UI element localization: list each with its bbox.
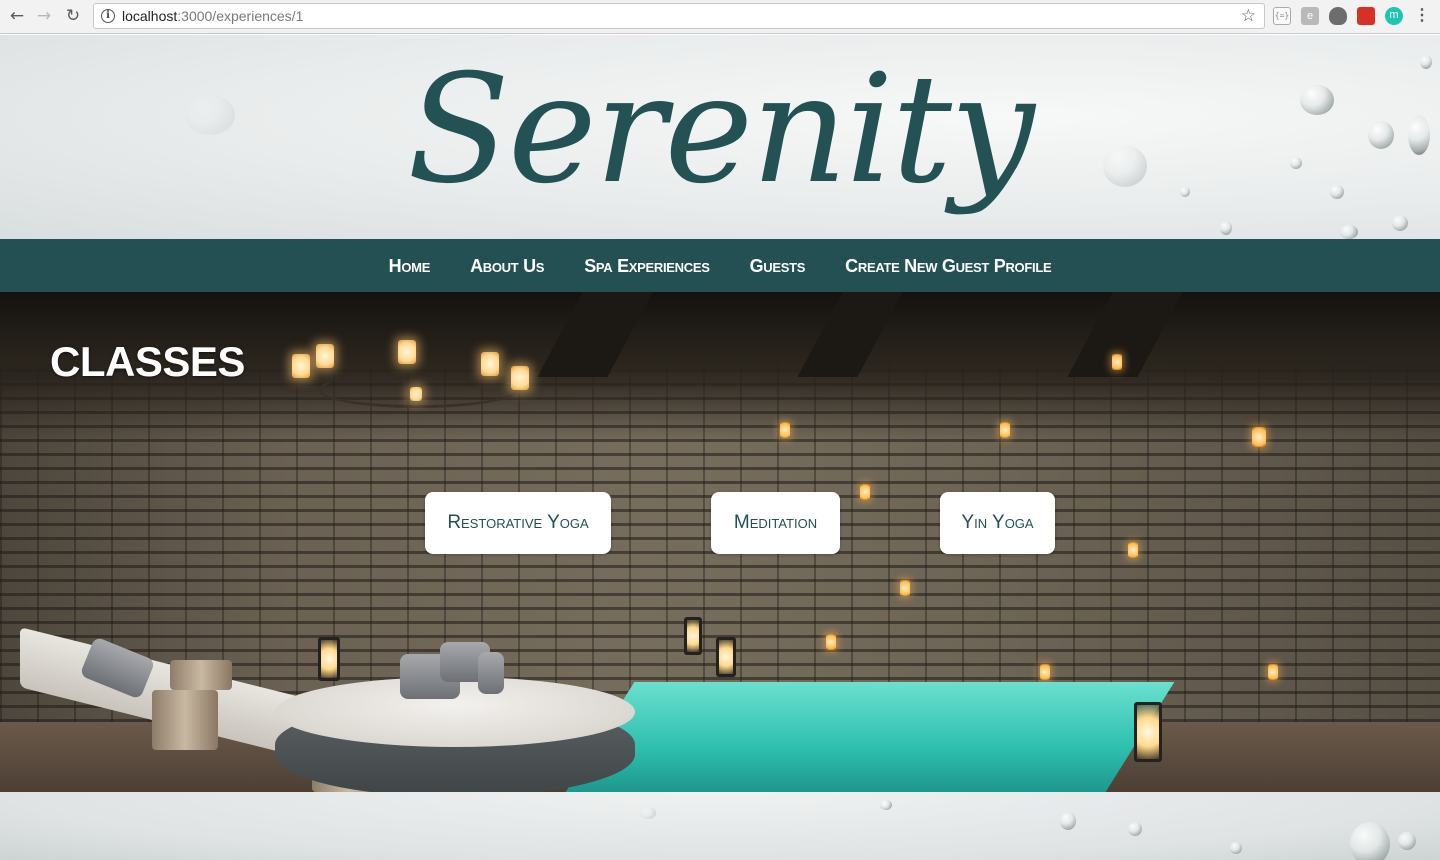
pool-water-image-part	[565, 682, 1175, 792]
water-drop	[640, 807, 656, 819]
wall-niche-light	[900, 580, 910, 596]
class-button-restorative-yoga[interactable]: Restorative Yoga	[425, 492, 611, 554]
class-button-meditation[interactable]: Meditation	[711, 492, 840, 554]
e-extension-icon[interactable]: e	[1301, 7, 1319, 25]
site-header: Serenity	[0, 35, 1440, 239]
back-arrow-icon[interactable]: ←	[6, 5, 28, 27]
red-extension-icon[interactable]	[1357, 7, 1375, 25]
nav-spa-experiences[interactable]: Spa Experiences	[584, 254, 710, 277]
wall-niche-light	[1112, 354, 1122, 370]
nav-home[interactable]: Home	[389, 254, 431, 277]
wall-niche-light	[780, 422, 790, 438]
footer-background	[0, 792, 1440, 860]
water-drop	[1060, 812, 1076, 830]
pillow-image-part	[478, 652, 504, 694]
water-drop	[1398, 832, 1416, 850]
wall-niche-light	[826, 634, 836, 650]
water-drop	[880, 800, 892, 810]
nav-guests[interactable]: Guests	[750, 254, 806, 277]
nav-create-guest-profile[interactable]: Create New Guest Profile	[845, 254, 1051, 277]
url-host: localhost	[122, 8, 178, 24]
candle-light	[410, 387, 422, 401]
forward-arrow-icon[interactable]: →	[33, 5, 55, 27]
lantern-image-part	[684, 617, 702, 655]
json-extension-icon[interactable]: {=}	[1273, 7, 1291, 25]
page-title: CLASSES	[50, 338, 245, 385]
reload-icon[interactable]: ↻	[62, 5, 84, 27]
wall-niche-light	[1268, 664, 1278, 680]
wall-niche-light	[860, 484, 870, 500]
candle-light	[511, 366, 529, 390]
water-drop	[1128, 822, 1142, 836]
water-drop	[1350, 822, 1390, 860]
candle-light	[398, 340, 416, 364]
nav-about-us[interactable]: About Us	[470, 254, 544, 277]
evernote-extension-icon[interactable]	[1329, 7, 1347, 25]
main-nav: Home About Us Spa Experiences Guests Cre…	[0, 239, 1440, 292]
lantern-image-part	[1134, 702, 1162, 762]
candle-light	[481, 352, 499, 376]
wall-niche-light	[1128, 542, 1138, 558]
lantern-image-part	[716, 637, 736, 677]
info-icon[interactable]: i	[101, 9, 115, 23]
wall-niche-light	[1000, 422, 1010, 438]
wall-niche-light	[1040, 664, 1050, 680]
bookmark-star-icon[interactable]: ☆	[1241, 6, 1256, 26]
lantern-image-part	[318, 637, 340, 681]
stump-table-image-part	[152, 690, 218, 750]
stump-table-image-part	[170, 660, 232, 690]
wall-niche-light	[1252, 427, 1266, 447]
water-drop	[1230, 842, 1242, 854]
address-bar[interactable]: i localhost:3000/experiences/1 ☆	[93, 3, 1265, 29]
url-path: :3000/experiences/1	[177, 8, 304, 24]
class-button-yin-yoga[interactable]: Yin Yoga	[940, 492, 1055, 554]
site-logo[interactable]: Serenity	[0, 35, 1440, 239]
candle-light	[292, 354, 310, 378]
browser-toolbar: ← → ↻ i localhost:3000/experiences/1 ☆ {…	[0, 0, 1440, 34]
m-extension-icon[interactable]: m	[1385, 7, 1403, 25]
browser-menu-icon[interactable]: ⋮	[1414, 6, 1430, 26]
candle-light	[316, 344, 334, 368]
url-text[interactable]: localhost:3000/experiences/1	[122, 8, 303, 24]
hero-background-image: CLASSES Restorative Yoga Meditation Yin …	[0, 292, 1440, 792]
